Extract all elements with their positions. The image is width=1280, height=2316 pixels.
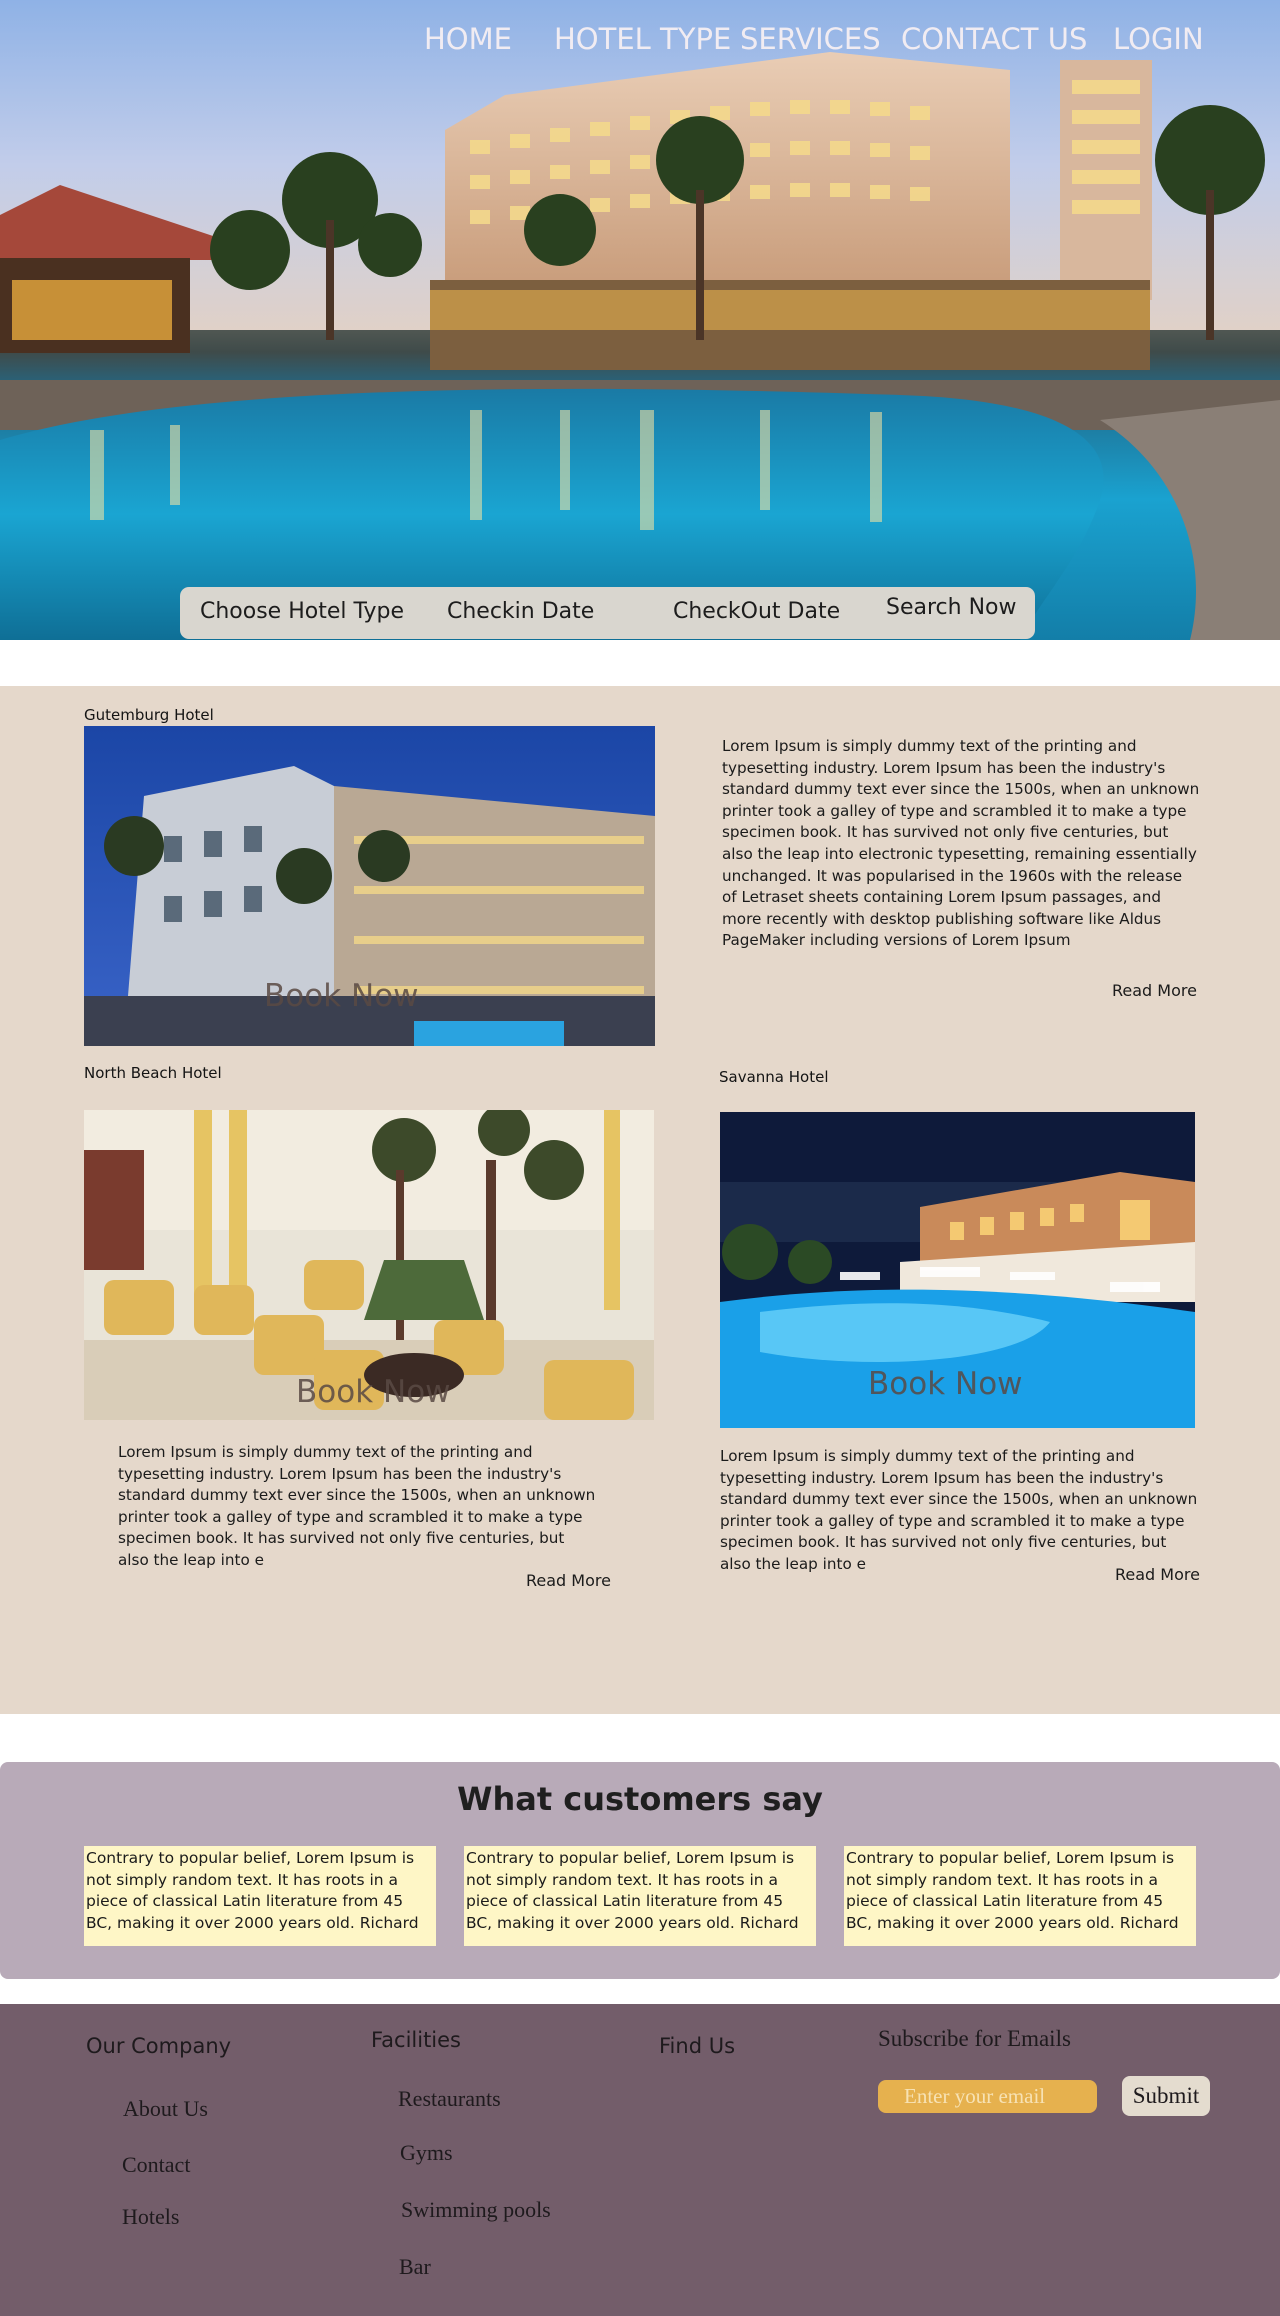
testimonials-section: What customers say Contrary to popular b… [0, 1762, 1280, 1979]
hotel-photo[interactable]: Book Now [84, 1110, 654, 1420]
footer-link-contact[interactable]: Contact [122, 2152, 190, 2178]
testimonial-quote: Contrary to popular belief, Lorem Ipsum … [464, 1846, 816, 1946]
footer-link-bar[interactable]: Bar [399, 2254, 431, 2280]
checkout-date-field[interactable]: CheckOut Date [673, 599, 840, 624]
hotel-photo[interactable]: Book Now [720, 1112, 1195, 1428]
search-bar: Choose Hotel Type Checkin Date CheckOut … [180, 587, 1035, 639]
hotel-photo[interactable]: Book Now [84, 726, 655, 1046]
submit-button[interactable]: Submit [1122, 2076, 1210, 2116]
book-now-button[interactable]: Book Now [264, 978, 419, 1014]
read-more-link[interactable]: Read More [1115, 1565, 1200, 1584]
read-more-link[interactable]: Read More [1112, 981, 1197, 1000]
footer-link-gyms[interactable]: Gyms [400, 2140, 453, 2166]
footer-facilities-heading: Facilities [371, 2028, 461, 2052]
search-now-button[interactable]: Search Now [886, 595, 1017, 620]
site-footer: Our Company About Us Contact Hotels Faci… [0, 2004, 1280, 2316]
nav-hotel-type-link[interactable]: HOTEL TYPE [554, 22, 731, 56]
book-now-button[interactable]: Book Now [868, 1366, 1023, 1402]
testimonial-quote: Contrary to popular belief, Lorem Ipsum … [844, 1846, 1196, 1946]
book-now-button[interactable]: Book Now [296, 1374, 451, 1410]
footer-subscribe-heading: Subscribe for Emails [878, 2026, 1071, 2051]
hotel-description: Lorem Ipsum is simply dummy text of the … [118, 1443, 596, 1569]
nav-services-link[interactable]: SERVICES [740, 22, 881, 56]
hotel-type-select[interactable]: Choose Hotel Type [200, 599, 404, 624]
hotel-description: Lorem Ipsum is simply dummy text of the … [722, 737, 1200, 950]
checkin-date-field[interactable]: Checkin Date [447, 599, 594, 624]
hotel-name: Savanna Hotel [719, 1068, 829, 1086]
footer-link-hotels[interactable]: Hotels [122, 2204, 179, 2230]
hero-banner: HOME HOTEL TYPE SERVICES CONTACT US LOGI… [0, 0, 1280, 640]
nav-home-link[interactable]: HOME [424, 22, 512, 56]
footer-find-us-heading[interactable]: Find Us [659, 2034, 735, 2058]
footer-company-heading: Our Company [86, 2034, 232, 2058]
nav-login-link[interactable]: LOGIN [1113, 22, 1204, 56]
testimonials-title: What customers say [457, 1780, 823, 1818]
hotels-section: Gutemburg Hotel Book Now Lorem Ipsum is … [0, 686, 1280, 1714]
top-navigation: HOME HOTEL TYPE SERVICES CONTACT US LOGI… [0, 22, 1280, 62]
footer-link-about-us[interactable]: About Us [123, 2096, 208, 2122]
footer-link-swimming-pools[interactable]: Swimming pools [401, 2197, 551, 2223]
nav-contact-link[interactable]: CONTACT US [901, 22, 1087, 56]
footer-link-restaurants[interactable]: Restaurants [398, 2086, 501, 2112]
testimonial-quote: Contrary to popular belief, Lorem Ipsum … [84, 1846, 436, 1946]
hotel-name: North Beach Hotel [84, 1064, 222, 1082]
read-more-link[interactable]: Read More [526, 1571, 611, 1590]
email-input[interactable] [878, 2080, 1097, 2113]
hero-resort-image [0, 0, 1280, 640]
hotel-description: Lorem Ipsum is simply dummy text of the … [720, 1447, 1198, 1573]
hotel-name: Gutemburg Hotel [84, 706, 214, 724]
